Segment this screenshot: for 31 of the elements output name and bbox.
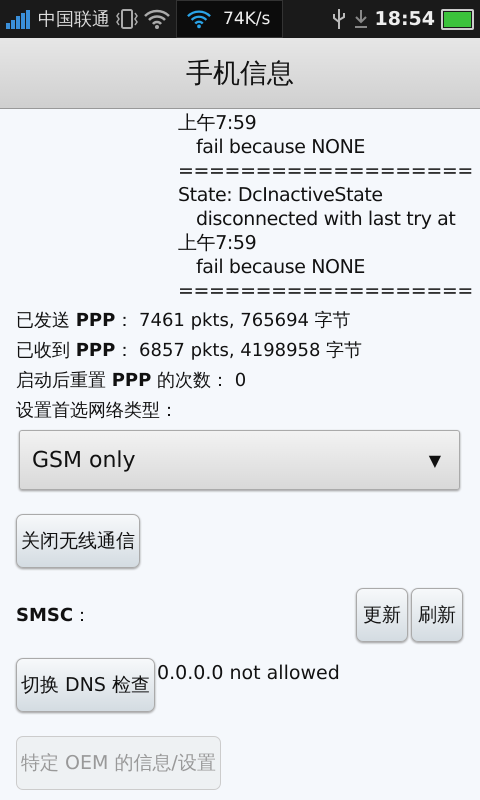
- usb-icon: [330, 8, 347, 30]
- dns-status: 0.0.0.0 not allowed: [156, 662, 340, 684]
- battery-icon: [441, 8, 474, 30]
- carrier-name: 中国联通: [38, 8, 110, 31]
- log-line: fail because NONE: [195, 255, 366, 279]
- info-line: 已发送 PPP： 7461 pkts, 765694 字节: [16, 309, 352, 333]
- log-line: disconnected with last try at: [195, 207, 456, 231]
- dns-check-button[interactable]: 切换 DNS 检查: [16, 658, 155, 712]
- log-line: ===================: [178, 159, 473, 183]
- log-line: 上午7:59: [178, 111, 256, 135]
- info-line: 设置首选网络类型：: [16, 399, 179, 423]
- info-line: 已收到 PPP： 6857 pkts, 4198958 字节: [16, 339, 364, 363]
- network-type-dropdown[interactable]: GSM only ▼: [19, 430, 460, 490]
- download-icon: [352, 8, 369, 30]
- radio-off-button[interactable]: 关闭无线通信: [16, 514, 140, 568]
- network-speed: 74K/s: [223, 9, 270, 29]
- clock: 18:54: [374, 8, 435, 30]
- log-line: State: DcInactiveState: [178, 183, 383, 207]
- log-line: ===================: [178, 279, 473, 303]
- signal-icon: [6, 9, 32, 29]
- caret-icon: ▼: [428, 450, 441, 470]
- vibrate-icon: [116, 8, 138, 30]
- screen-title: 手机信息: [186, 57, 294, 91]
- info-line: 启动后重置 PPP 的次数： 0: [16, 369, 248, 393]
- log-line: 上午7:59: [178, 231, 256, 255]
- smsc-label: SMSC：: [16, 604, 92, 627]
- smsc-button[interactable]: 刷新: [411, 588, 463, 642]
- wifi-icon: [144, 9, 170, 29]
- wifi-icon: [187, 9, 211, 29]
- smsc-button[interactable]: 更新: [356, 588, 408, 642]
- log-line: fail because NONE: [195, 135, 366, 159]
